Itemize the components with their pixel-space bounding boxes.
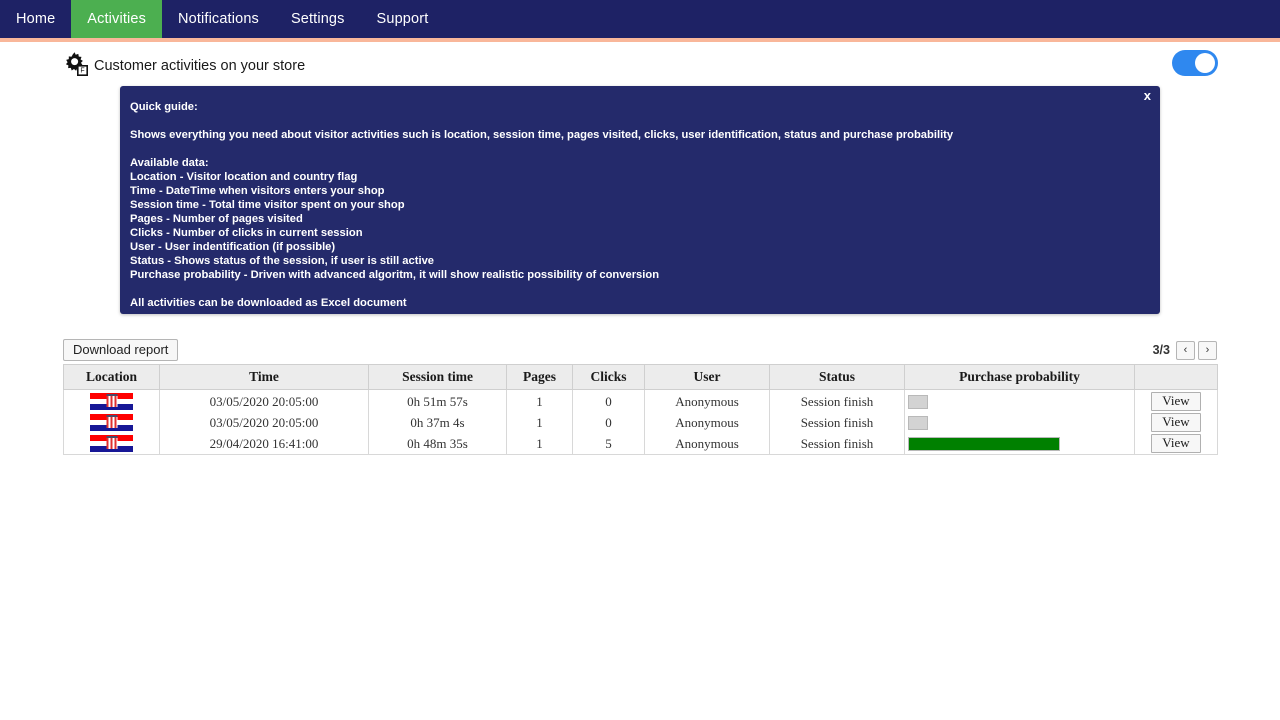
cell-actions: View — [1134, 389, 1218, 412]
next-page-button[interactable]: › — [1198, 340, 1217, 360]
navbar-accent-divider — [0, 38, 1280, 42]
page-indicator: 3/3 — [1152, 343, 1170, 357]
probability-bar — [908, 415, 929, 430]
cell-clicks: 5 — [572, 433, 645, 455]
croatia-flag-icon — [90, 413, 133, 432]
probability-bar — [908, 394, 929, 409]
view-button[interactable]: View — [1151, 434, 1201, 453]
nav-item-label: Notifications — [178, 11, 259, 27]
cell-actions: View — [1134, 433, 1218, 455]
cell-status: Session finish — [769, 389, 905, 412]
toggle-knob — [1195, 53, 1215, 73]
guide-item-purchase-probability: Purchase probability - Driven with advan… — [130, 269, 660, 281]
table-toolbar: Download report 3/3 ‹ › — [63, 338, 1217, 362]
guide-item-status: Status - Shows status of the session, if… — [130, 255, 435, 267]
column-header-pages: Pages — [506, 364, 573, 390]
cell-clicks: 0 — [572, 412, 645, 433]
guide-title: Quick guide: — [130, 101, 198, 113]
cell-session-time: 0h 48m 35s — [368, 433, 507, 455]
guide-item-user: User - User indentification (if possible… — [130, 241, 336, 253]
guide-item-session-time: Session time - Total time visitor spent … — [130, 199, 405, 211]
cell-status: Session finish — [769, 412, 905, 433]
column-header-clicks: Clicks — [572, 364, 645, 390]
cell-time: 03/05/2020 20:05:00 — [159, 412, 369, 433]
cell-purchase-probability — [904, 412, 1135, 433]
cell-purchase-probability — [904, 389, 1135, 412]
cell-status: Session finish — [769, 433, 905, 455]
nav-item-home[interactable]: Home — [0, 0, 71, 38]
cell-time: 03/05/2020 20:05:00 — [159, 389, 369, 412]
prev-page-button[interactable]: ‹ — [1176, 340, 1195, 360]
guide-item-location: Location - Visitor location and country … — [130, 171, 358, 183]
guide-item-time: Time - DateTime when visitors enters you… — [130, 185, 385, 197]
quick-guide-panel: x Quick guide: Shows everything you need… — [120, 86, 1160, 314]
guide-available-heading: Available data: — [130, 157, 209, 169]
cell-pages: 1 — [506, 433, 573, 455]
download-report-button[interactable]: Download report — [63, 338, 179, 362]
main-navbar: Home Activities Notifications Settings S… — [0, 0, 1280, 38]
nav-item-label: Settings — [290, 11, 345, 27]
column-header-purchase-probability: Purchase probability — [904, 364, 1135, 390]
nav-item-support[interactable]: Support — [361, 0, 445, 38]
view-button[interactable]: View — [1151, 413, 1201, 432]
table-body: 03/05/2020 20:05:00 0h 51m 57s 1 0 Anony… — [63, 389, 1218, 455]
cell-session-time: 0h 51m 57s — [368, 389, 507, 412]
cell-clicks: 0 — [572, 389, 645, 412]
cell-session-time: 0h 37m 4s — [368, 412, 507, 433]
column-header-status: Status — [769, 364, 905, 390]
guide-item-pages: Pages - Number of pages visited — [130, 213, 303, 225]
probability-bar — [908, 436, 1060, 451]
activities-toggle[interactable] — [1172, 50, 1218, 76]
activities-table: Location Time Session time Pages Clicks … — [63, 364, 1218, 455]
page-title: Customer activities on your store — [94, 58, 306, 74]
croatia-flag-icon — [90, 434, 133, 453]
column-header-user: User — [644, 364, 770, 390]
guide-footer: All activities can be downloaded as Exce… — [130, 297, 407, 309]
column-header-location: Location — [63, 364, 160, 390]
nav-item-notifications[interactable]: Notifications — [162, 0, 275, 38]
column-header-session-time: Session time — [368, 364, 507, 390]
guide-item-clicks: Clicks - Number of clicks in current ses… — [130, 227, 363, 239]
nav-item-settings[interactable]: Settings — [275, 0, 361, 38]
view-button[interactable]: View — [1151, 392, 1201, 411]
cell-time: 29/04/2020 16:41:00 — [159, 433, 369, 455]
cell-location — [63, 389, 160, 412]
cell-pages: 1 — [506, 389, 573, 412]
nav-item-label: Activities — [87, 11, 146, 27]
page-header: F Customer activities on your store — [0, 44, 1280, 88]
cell-location — [63, 433, 160, 455]
nav-item-label: Support — [376, 11, 429, 27]
cell-user: Anonymous — [644, 389, 770, 412]
cell-user: Anonymous — [644, 433, 770, 455]
close-icon[interactable]: x — [1144, 89, 1151, 102]
nav-item-label: Home — [16, 11, 56, 27]
column-header-actions — [1134, 364, 1218, 390]
guide-intro: Shows everything you need about visitor … — [130, 129, 954, 141]
cell-pages: 1 — [506, 412, 573, 433]
table-row: 03/05/2020 20:05:00 0h 37m 4s 1 0 Anonym… — [63, 412, 1218, 433]
cell-location — [63, 412, 160, 433]
table-row: 29/04/2020 16:41:00 0h 48m 35s 1 5 Anony… — [63, 433, 1218, 455]
svg-text:F: F — [80, 68, 84, 75]
croatia-flag-icon — [90, 392, 133, 411]
nav-item-activities[interactable]: Activities — [71, 0, 162, 38]
column-header-time: Time — [159, 364, 369, 390]
activities-table-area: Download report 3/3 ‹ › Location Time Se… — [63, 338, 1218, 455]
table-header-row: Location Time Session time Pages Clicks … — [63, 364, 1218, 390]
pagination: 3/3 ‹ › — [1152, 340, 1217, 360]
cell-actions: View — [1134, 412, 1218, 433]
cell-purchase-probability — [904, 433, 1135, 455]
gear-settings-icon: F — [62, 50, 90, 78]
table-row: 03/05/2020 20:05:00 0h 51m 57s 1 0 Anony… — [63, 389, 1218, 412]
cell-user: Anonymous — [644, 412, 770, 433]
